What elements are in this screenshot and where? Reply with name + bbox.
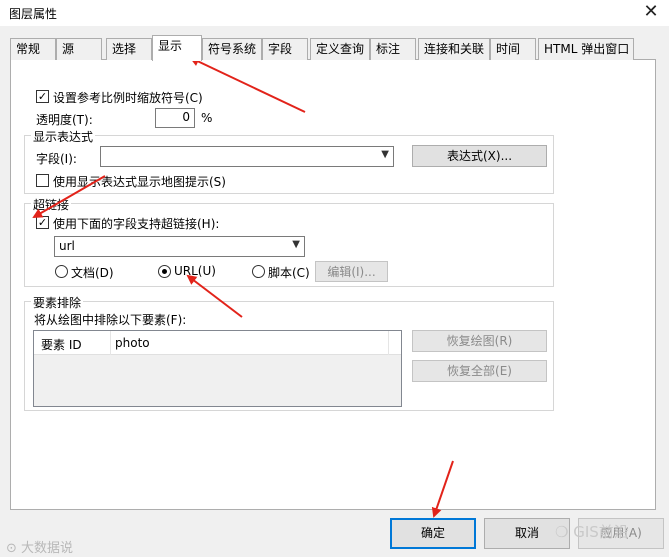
annotation-arrows: [32, 56, 454, 518]
arrow-to-display-tab: [189, 56, 306, 113]
arrow-to-url-radio: [186, 274, 243, 318]
tab-display[interactable]: 显示: [152, 35, 202, 61]
arrow-to-ok-button: [431, 460, 454, 518]
arrow-to-hyperlink-checkbox: [32, 175, 106, 219]
